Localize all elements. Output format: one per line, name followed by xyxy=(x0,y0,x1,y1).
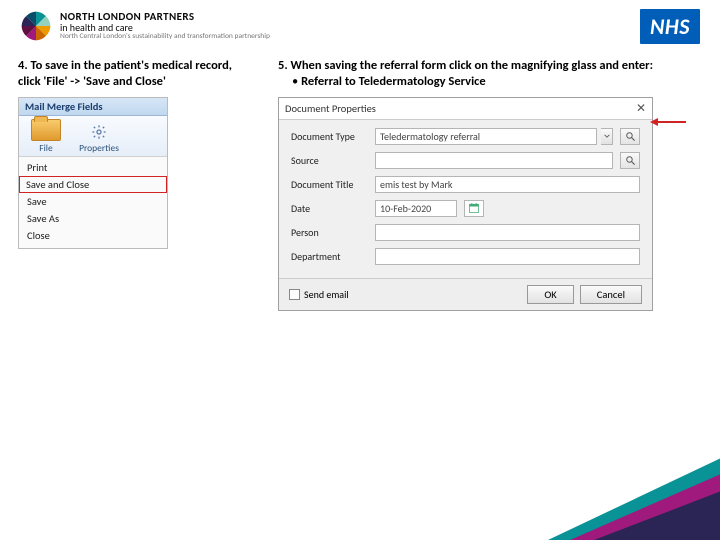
menu-item-save-and-close[interactable]: Save and Close xyxy=(19,176,167,193)
person-field[interactable] xyxy=(375,224,640,241)
file-button[interactable]: File xyxy=(24,119,68,154)
step5-bullet: Referral to Teledermatology Service xyxy=(301,74,486,89)
step5-text: 5. When saving the referral form click o… xyxy=(278,58,688,91)
document-type-magnify-button[interactable] xyxy=(620,128,640,145)
document-title-field[interactable]: emis test by Mark xyxy=(375,176,640,193)
step4-text: 4. To save in the patient's medical reco… xyxy=(18,58,248,91)
menu-item-save-as[interactable]: Save As xyxy=(19,210,167,227)
label-source: Source xyxy=(291,154,371,167)
nlp-tagline: North Central London's sustainability an… xyxy=(60,33,270,41)
step5-column: 5. When saving the referral form click o… xyxy=(278,58,688,311)
close-icon[interactable]: ✕ xyxy=(636,101,646,116)
label-date: Date xyxy=(291,202,371,215)
properties-button[interactable]: Properties xyxy=(72,121,126,154)
menu-item-print[interactable]: Print xyxy=(19,159,167,176)
file-dropdown: Print Save and Close Save Save As Close xyxy=(19,157,167,248)
nhs-logo: NHS xyxy=(640,9,700,44)
document-type-field[interactable]: Teledermatology referral xyxy=(375,128,597,145)
send-email-checkbox[interactable]: Send email xyxy=(289,288,349,301)
properties-label: Properties xyxy=(72,142,126,154)
department-field[interactable] xyxy=(375,248,640,265)
pinwheel-icon xyxy=(18,8,54,44)
source-field[interactable] xyxy=(375,152,613,169)
page-number: 3 xyxy=(670,510,678,528)
label-document-type: Document Type xyxy=(291,130,371,143)
source-magnify-button[interactable] xyxy=(620,152,640,169)
calendar-icon[interactable] xyxy=(464,200,484,217)
date-field[interactable]: 10-Feb-2020 xyxy=(375,200,457,217)
ok-button[interactable]: OK xyxy=(527,285,573,304)
checkbox-icon xyxy=(289,289,300,300)
label-person: Person xyxy=(291,226,371,239)
file-button-label: File xyxy=(24,142,68,154)
cancel-button[interactable]: Cancel xyxy=(580,285,642,304)
label-document-title: Document Title xyxy=(291,178,371,191)
send-email-label: Send email xyxy=(304,288,349,301)
gear-icon xyxy=(91,124,107,140)
document-properties-dialog: Document Properties ✕ Document Type Tele… xyxy=(278,97,653,311)
dialog-title: Document Properties xyxy=(285,102,376,115)
mail-merge-title: Mail Merge Fields xyxy=(19,98,167,116)
slide-header: NORTH LONDON PARTNERS in health and care… xyxy=(0,0,720,48)
menu-item-close[interactable]: Close xyxy=(19,227,167,244)
corner-decoration xyxy=(540,420,720,540)
file-menu-screenshot: Mail Merge Fields File Properties Print … xyxy=(18,97,168,249)
label-department: Department xyxy=(291,250,371,263)
menu-item-save[interactable]: Save xyxy=(19,193,167,210)
folder-icon xyxy=(31,119,61,141)
step4-column: 4. To save in the patient's medical reco… xyxy=(18,58,248,311)
nlp-logo: NORTH LONDON PARTNERS in health and care… xyxy=(18,8,270,44)
red-arrow xyxy=(650,118,686,126)
document-type-chevron-down-icon[interactable] xyxy=(601,128,613,145)
